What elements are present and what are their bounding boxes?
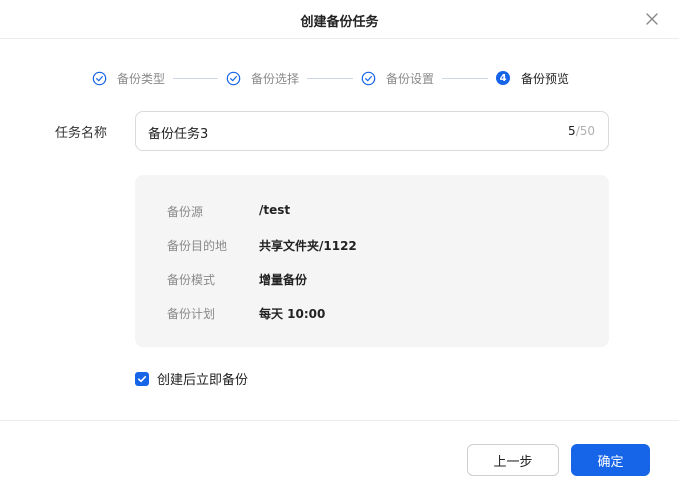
backup-now-label[interactable]: 创建后立即备份 [157,369,248,388]
check-circle-icon [361,71,376,85]
check-circle-icon [92,71,107,85]
task-name-label: 任务名称 [55,126,108,141]
task-name-input[interactable]: 备份任务3 5/50 [135,111,609,151]
checkbox-checked-icon[interactable] [135,371,149,386]
step-connector [442,77,489,79]
confirm-button[interactable]: 确定 [571,444,650,476]
summary-value: 增量备份 [259,273,308,287]
backup-summary-panel: 备份源 /test 备份目的地 共享文件夹/1122 备份模式 增量备份 备份计… [135,175,609,347]
create-backup-dialog: 创建备份任务 备份类型 备份选择 备份设置 4 备份预览 任务名称 备份任务3 … [0,0,679,491]
summary-value: /test [259,203,291,217]
dialog-header: 创建备份任务 [0,0,679,39]
step-label: 备份选择 [251,71,300,86]
char-count: 5 [568,124,576,138]
close-icon[interactable] [643,10,661,28]
step-backup-type: 备份类型 [92,70,165,87]
backup-now-checkbox[interactable]: 创建后立即备份 [135,369,248,388]
step-backup-selection: 备份选择 [226,70,299,87]
summary-key: 备份目的地 [167,239,228,253]
char-max: /50 [575,124,595,138]
step-backup-settings: 备份设置 [361,70,434,87]
step-connector [307,77,354,79]
char-counter: 5/50 [568,124,595,138]
summary-key: 备份计划 [167,307,216,321]
check-circle-icon [226,71,241,85]
summary-key: 备份模式 [167,273,216,287]
step-indicator: 备份类型 备份选择 备份设置 4 备份预览 [92,69,569,87]
summary-value: 共享文件夹/1122 [259,239,357,253]
step-label: 备份设置 [386,71,435,86]
step-backup-preview: 4 备份预览 [496,70,569,87]
dialog-title: 创建备份任务 [300,15,379,30]
step-connector [173,77,219,79]
summary-value: 每天 10:00 [259,307,326,321]
step-label: 备份类型 [117,71,166,86]
task-name-value: 备份任务3 [148,127,209,142]
step-label: 备份预览 [521,71,570,86]
summary-key: 备份源 [167,205,204,219]
step-number: 4 [496,71,511,85]
previous-step-button[interactable]: 上一步 [467,444,559,476]
